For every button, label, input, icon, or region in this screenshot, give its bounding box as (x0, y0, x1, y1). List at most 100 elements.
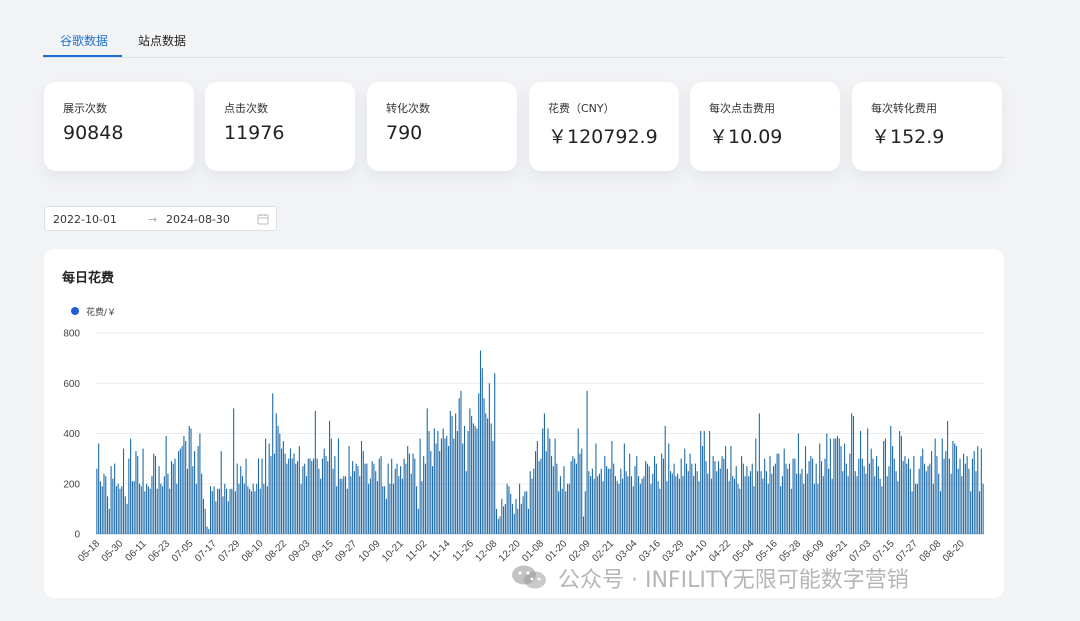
bar (295, 463, 297, 534)
bar (680, 458, 682, 535)
bar (327, 461, 329, 534)
bar (231, 488, 233, 534)
bar (964, 463, 966, 534)
bar (368, 483, 370, 534)
bar (568, 483, 570, 534)
bar (916, 483, 918, 534)
bar (723, 458, 725, 535)
bar (154, 456, 157, 534)
bar (201, 473, 203, 534)
bar (655, 463, 657, 534)
bar (872, 458, 874, 535)
end-date-input[interactable]: 2024-08-30 (166, 213, 230, 226)
bar (199, 433, 201, 534)
bar (419, 438, 421, 534)
bar (160, 483, 162, 534)
bar (169, 488, 171, 534)
bar (819, 443, 821, 534)
bar (385, 498, 387, 534)
bar (298, 446, 300, 534)
tab-google-data[interactable]: 谷歌数据 (60, 32, 108, 49)
bar (151, 476, 153, 534)
bar (170, 461, 173, 534)
x-tick-label: 05-30 (100, 538, 126, 564)
bar (954, 443, 956, 534)
x-tick-label: 08-20 (941, 538, 967, 564)
bar (606, 466, 608, 534)
bar (416, 486, 418, 534)
bar (352, 461, 354, 534)
bar (476, 428, 478, 534)
bar (582, 516, 585, 534)
bar (110, 466, 112, 534)
bar (643, 476, 645, 534)
bar (906, 463, 908, 534)
bar (499, 516, 501, 534)
tab-site-data[interactable]: 站点数据 (138, 32, 186, 49)
bar (181, 446, 183, 534)
bar (609, 468, 611, 534)
bar (462, 443, 464, 534)
stat-value: 90848 (63, 122, 124, 144)
bar (98, 443, 100, 534)
bar (369, 478, 371, 534)
bar (662, 458, 664, 535)
bar (273, 453, 276, 534)
bar (700, 430, 702, 534)
stat-value: 11976 (224, 122, 285, 144)
bar (778, 453, 780, 534)
x-tick-label: 02-21 (590, 538, 616, 564)
bar (153, 453, 155, 534)
bar (717, 461, 720, 534)
bar (703, 430, 705, 534)
bar (167, 473, 169, 534)
bar (320, 478, 322, 534)
bar (281, 448, 283, 534)
bar (176, 483, 178, 534)
stat-card-clicks: 点击次数 11976 (205, 82, 355, 171)
bar (673, 463, 675, 534)
bar (595, 443, 597, 534)
bar (542, 428, 544, 534)
x-tick-label: 01-20 (544, 538, 570, 564)
bar (140, 486, 142, 534)
bar (737, 483, 739, 534)
bar (213, 486, 215, 534)
bar (279, 433, 281, 534)
y-tick-label: 400 (63, 429, 80, 440)
bar (710, 478, 712, 534)
bar (524, 491, 526, 534)
bar (597, 476, 599, 534)
x-tick-label: 06-23 (146, 538, 172, 564)
date-range-picker[interactable]: 2022-10-01 → 2024-08-30 (44, 206, 277, 231)
bar (847, 476, 849, 534)
bar (751, 463, 753, 534)
bar (874, 476, 876, 534)
bar (282, 441, 284, 534)
bar (510, 493, 512, 534)
bar (229, 488, 231, 534)
bar (117, 483, 119, 534)
bar (247, 486, 249, 534)
bar (648, 466, 650, 534)
bar (503, 506, 505, 534)
bar (565, 491, 567, 534)
bar (174, 458, 176, 535)
bar (391, 458, 393, 535)
start-date-input[interactable]: 2022-10-01 (53, 213, 117, 226)
bar (259, 488, 261, 534)
bar (758, 413, 760, 534)
bar (119, 488, 121, 534)
bar (932, 483, 934, 534)
bar (943, 458, 945, 535)
calendar-icon[interactable] (257, 213, 269, 225)
bar (210, 486, 212, 534)
bar (915, 483, 917, 534)
bar (275, 413, 277, 534)
bar (217, 488, 219, 534)
bar (689, 453, 691, 534)
bar (890, 425, 892, 534)
bar (266, 486, 268, 534)
bar (687, 471, 689, 534)
bar (146, 483, 148, 534)
